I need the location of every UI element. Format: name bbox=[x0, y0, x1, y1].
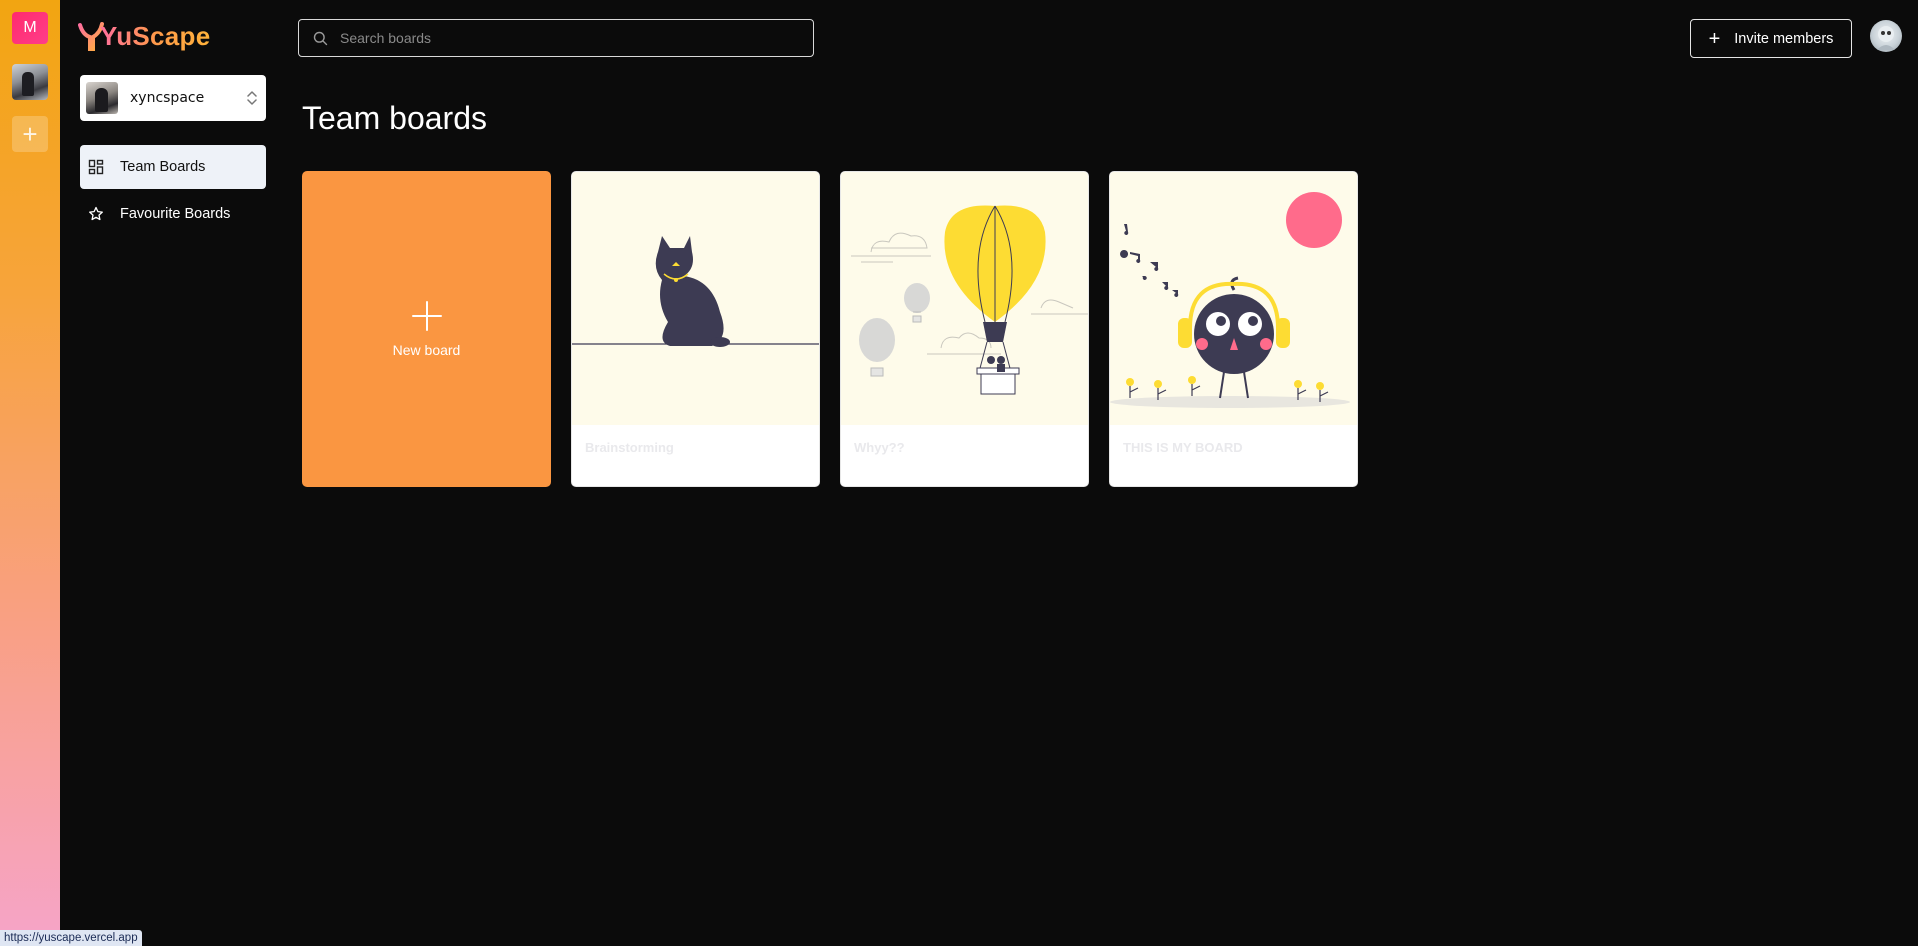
chevron-up-down-icon bbox=[247, 91, 257, 105]
add-organization-button[interactable]: + bbox=[12, 116, 48, 152]
invite-members-label: Invite members bbox=[1734, 30, 1834, 47]
bird-with-headphones-illustration bbox=[1110, 192, 1350, 408]
search-box[interactable] bbox=[298, 19, 814, 57]
org-initial: M bbox=[23, 19, 37, 36]
sidebar-item-favourite-boards[interactable]: Favourite Boards bbox=[80, 192, 266, 236]
sidebar-item-label: Favourite Boards bbox=[120, 206, 231, 222]
dashboard-grid-icon bbox=[88, 159, 104, 175]
star-icon bbox=[88, 206, 104, 222]
board-title: Brainstorming bbox=[585, 440, 674, 455]
status-bar-url: https://yuscape.vercel.app bbox=[0, 930, 142, 946]
org-item-m[interactable]: M bbox=[12, 12, 48, 44]
board-card[interactable]: Whyy?? bbox=[840, 171, 1089, 487]
board-thumbnail bbox=[1110, 172, 1357, 425]
board-title: THIS IS MY BOARD bbox=[1123, 440, 1243, 455]
sidebar-item-label: Team Boards bbox=[120, 159, 206, 175]
board-thumbnail bbox=[572, 172, 819, 425]
board-title: Whyy?? bbox=[854, 440, 905, 455]
org-item-photo[interactable] bbox=[12, 64, 48, 100]
board-thumbnail bbox=[841, 172, 1088, 425]
plus-icon: + bbox=[1708, 27, 1721, 50]
cat-illustration bbox=[572, 236, 819, 347]
brand-name: YuScape bbox=[100, 20, 211, 51]
page-title: Team boards bbox=[302, 100, 487, 136]
workspace-switcher[interactable]: xyncspace bbox=[80, 75, 266, 121]
new-board-button[interactable]: New board bbox=[302, 171, 551, 487]
workspace-avatar bbox=[86, 82, 118, 114]
user-avatar-image bbox=[1877, 26, 1895, 50]
sidebar-item-team-boards[interactable]: Team Boards bbox=[80, 145, 266, 189]
board-card[interactable]: Brainstorming bbox=[571, 171, 820, 487]
plus-icon: + bbox=[22, 118, 38, 149]
new-board-label: New board bbox=[392, 342, 461, 358]
hot-air-balloon-illustration bbox=[851, 205, 1088, 395]
organization-rail: M + bbox=[0, 0, 60, 946]
user-avatar[interactable] bbox=[1870, 20, 1902, 52]
app-logo[interactable]: YuScape bbox=[78, 18, 211, 54]
search-icon bbox=[313, 31, 328, 45]
workspace-name: xyncspace bbox=[130, 90, 205, 106]
invite-members-button[interactable]: + Invite members bbox=[1690, 19, 1852, 58]
search-input[interactable] bbox=[338, 29, 782, 47]
board-card[interactable]: THIS IS MY BOARD bbox=[1109, 171, 1358, 487]
plus-icon bbox=[411, 301, 442, 331]
